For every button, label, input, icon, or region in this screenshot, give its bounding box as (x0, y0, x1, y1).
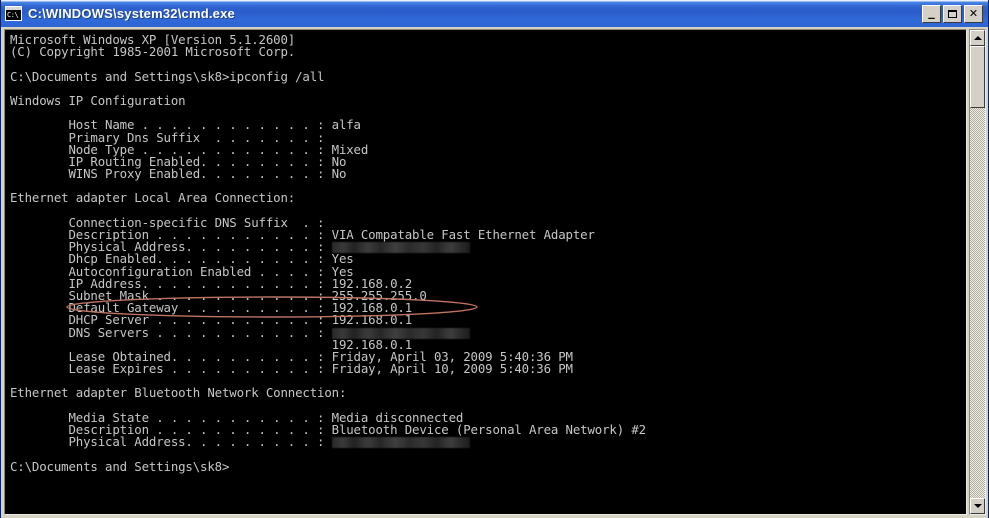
console-line: WINS Proxy Enabled. . . . . . . . : No (10, 166, 347, 182)
cmd-icon-label: C:\ (7, 11, 19, 19)
scroll-down-button[interactable] (970, 498, 985, 514)
scrollbar-thumb[interactable] (970, 46, 985, 108)
scrollbar-track[interactable] (970, 46, 985, 498)
console-line: (C) Copyright 1985-2001 Microsoft Corp. (10, 44, 296, 60)
close-icon: ✕ (968, 7, 979, 20)
maximize-button[interactable] (943, 4, 962, 23)
minimize-icon: _ (928, 4, 935, 20)
window-title: C:\WINDOWS\system32\cmd.exe (28, 6, 235, 21)
console-line: C:\Documents and Settings\sk8>ipconfig /… (10, 68, 325, 84)
vertical-scrollbar[interactable] (969, 29, 986, 515)
console-line: Windows IP Configuration (10, 92, 186, 108)
console-line: Ethernet adapter Bluetooth Network Conne… (10, 385, 347, 401)
console-frame[interactable]: Microsoft Windows XP [Version 5.1.2600](… (4, 29, 967, 515)
console-line: Lease Expires . . . . . . . . . . : Frid… (10, 361, 573, 377)
cmd-window: C:\ C:\WINDOWS\system32\cmd.exe _ ✕ Micr… (0, 0, 989, 518)
minimize-button[interactable]: _ (922, 4, 941, 23)
console-output[interactable]: Microsoft Windows XP [Version 5.1.2600](… (5, 30, 966, 514)
cmd-console-icon: C:\ (5, 6, 22, 21)
window-titlebar[interactable]: C:\ C:\WINDOWS\system32\cmd.exe _ ✕ (1, 0, 988, 27)
redacted-value (331, 242, 470, 254)
close-button[interactable]: ✕ (964, 4, 983, 23)
console-line: Physical Address. . . . . . . . . : (10, 435, 966, 449)
redacted-value (331, 327, 470, 339)
console-line: C:\Documents and Settings\sk8> (10, 458, 230, 474)
maximize-icon (944, 6, 961, 22)
redacted-value (331, 437, 470, 449)
window-controls: _ ✕ (922, 4, 983, 23)
window-body: Microsoft Windows XP [Version 5.1.2600](… (1, 27, 988, 518)
scroll-up-button[interactable] (970, 30, 985, 46)
console-line: Ethernet adapter Local Area Connection: (10, 190, 296, 206)
